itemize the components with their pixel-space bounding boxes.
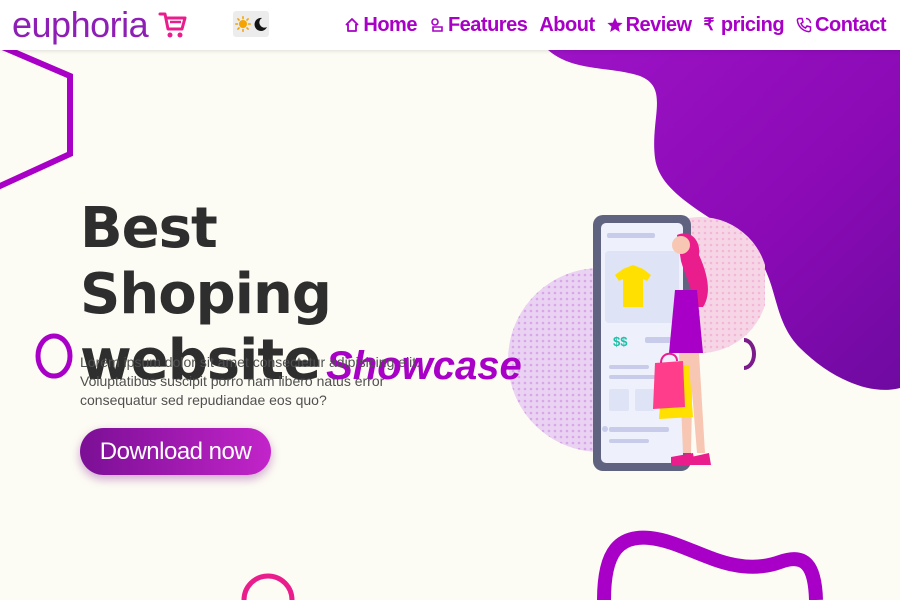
nav-features[interactable]: Features	[429, 12, 528, 38]
nav-contact-label: Contact	[815, 14, 886, 36]
star-icon	[607, 17, 623, 33]
moon-icon	[253, 17, 268, 32]
hexagon-outline	[0, 46, 73, 190]
download-button[interactable]: Download now	[80, 428, 271, 475]
wave-outline-bottom	[597, 530, 823, 600]
purple-blob	[546, 48, 900, 390]
theme-toggle-button[interactable]	[233, 11, 269, 37]
nav-about-label: About	[539, 14, 595, 36]
hero-title-line1: Best Shoping	[80, 196, 332, 327]
shopping-illustration: $$	[508, 215, 765, 471]
cart-icon	[158, 10, 188, 40]
nav-review-label: Review	[625, 14, 692, 36]
nav-review[interactable]: Review	[607, 12, 692, 38]
ring-bottom-pink	[241, 573, 295, 600]
nav-pricing-label: pricing	[720, 14, 785, 36]
nav-contact[interactable]: Contact	[796, 12, 886, 38]
phone-icon	[796, 17, 812, 33]
features-icon	[429, 17, 445, 33]
rupee-icon: ₹	[703, 15, 715, 34]
nav-pricing[interactable]: ₹ pricing	[704, 12, 785, 38]
hero-description: Lorem ipsum dolor sit amet consectetur a…	[80, 354, 421, 408]
nav-features-label: Features	[447, 14, 528, 36]
sun-icon	[234, 16, 251, 32]
nav-home[interactable]: Home	[344, 12, 417, 38]
brand-logo[interactable]: euphoria	[12, 5, 188, 45]
nav-about[interactable]: About	[539, 12, 595, 38]
nav-menu: Home Features About Review ₹ pricing Con…	[344, 12, 886, 38]
price-tag: $$	[613, 334, 628, 349]
home-icon	[344, 17, 360, 33]
brand-name: euphoria	[12, 4, 149, 45]
navbar: euphoria Home Features About Review ₹ pr…	[0, 0, 900, 50]
nav-home-label: Home	[363, 14, 417, 36]
ring-left	[35, 333, 73, 379]
ring-small-right	[743, 338, 756, 370]
